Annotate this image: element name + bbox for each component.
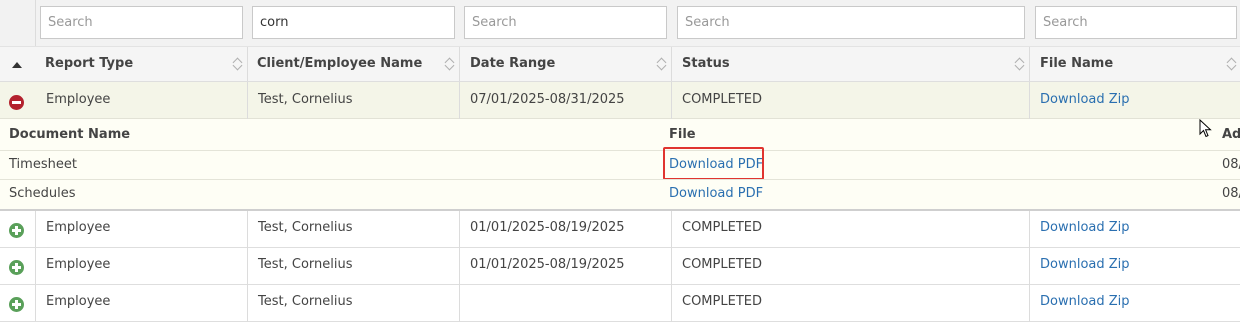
expand-row-icon[interactable]	[9, 260, 24, 275]
table-row[interactable]: Employee Test, Cornelius 01/01/2025-08/1…	[0, 211, 1240, 248]
header-report-type[interactable]: Report Type	[45, 47, 133, 81]
status-cell: COMPLETED	[682, 294, 762, 309]
date-range-search-input[interactable]	[464, 6, 667, 39]
status-cell: COMPLETED	[682, 257, 762, 272]
highlight-box	[663, 147, 764, 180]
table-row[interactable]: Employee Test, Cornelius 01/01/2025-08/1…	[0, 248, 1240, 285]
sort-icon[interactable]	[444, 56, 454, 72]
download-zip-link[interactable]: Download Zip	[1040, 92, 1130, 107]
date-range-cell: 07/01/2025-08/31/2025	[470, 92, 625, 107]
sort-ascending-icon[interactable]	[12, 62, 22, 68]
subheader-file: File	[669, 127, 696, 142]
added-date-cell: 08/	[1222, 157, 1240, 172]
date-range-cell: 01/01/2025-08/19/2025	[470, 257, 625, 272]
sort-icon[interactable]	[656, 56, 666, 72]
client-name-cell: Test, Cornelius	[258, 220, 353, 235]
document-subtable: Document Name File Ad Timesheet Download…	[0, 119, 1240, 210]
report-type-cell: Employee	[46, 294, 111, 309]
report-type-cell: Employee	[46, 257, 111, 272]
collapse-row-icon[interactable]	[9, 95, 24, 110]
document-name-cell: Schedules	[9, 186, 76, 201]
report-type-cell: Employee	[46, 92, 111, 107]
subheader-added: Ad	[1222, 127, 1240, 142]
document-name-cell: Timesheet	[9, 157, 77, 172]
table-header-row: Report Type Client/Employee Name Date Ra…	[0, 46, 1240, 82]
subheader-document-name: Document Name	[9, 127, 131, 142]
header-date-range[interactable]: Date Range	[470, 47, 555, 81]
report-type-search-input[interactable]	[40, 6, 243, 39]
header-file-name[interactable]: File Name	[1040, 47, 1113, 81]
client-name-search-input[interactable]	[252, 6, 455, 39]
header-client-name[interactable]: Client/Employee Name	[257, 47, 422, 81]
report-type-cell: Employee	[46, 220, 111, 235]
header-status[interactable]: Status	[682, 47, 730, 81]
mouse-cursor-icon	[1199, 119, 1212, 138]
table-row-expanded[interactable]: Employee Test, Cornelius 07/01/2025-08/3…	[0, 82, 1240, 119]
client-name-cell: Test, Cornelius	[258, 257, 353, 272]
expand-row-icon[interactable]	[9, 297, 24, 312]
sort-icon[interactable]	[1226, 56, 1236, 72]
table-row[interactable]: Employee Test, Cornelius COMPLETED Downl…	[0, 285, 1240, 322]
sort-icon[interactable]	[232, 56, 242, 72]
date-range-cell: 01/01/2025-08/19/2025	[470, 220, 625, 235]
added-date-cell: 08/	[1222, 186, 1240, 201]
search-filter-row	[0, 0, 1240, 46]
status-cell: COMPLETED	[682, 220, 762, 235]
download-zip-link[interactable]: Download Zip	[1040, 257, 1130, 272]
status-cell: COMPLETED	[682, 92, 762, 107]
file-name-search-input[interactable]	[1035, 6, 1237, 39]
status-search-input[interactable]	[677, 6, 1025, 39]
download-zip-link[interactable]: Download Zip	[1040, 294, 1130, 309]
download-pdf-link[interactable]: Download PDF	[669, 186, 763, 201]
client-name-cell: Test, Cornelius	[258, 294, 353, 309]
sort-icon[interactable]	[1014, 56, 1024, 72]
client-name-cell: Test, Cornelius	[258, 92, 353, 107]
expand-row-icon[interactable]	[9, 223, 24, 238]
download-zip-link[interactable]: Download Zip	[1040, 220, 1130, 235]
